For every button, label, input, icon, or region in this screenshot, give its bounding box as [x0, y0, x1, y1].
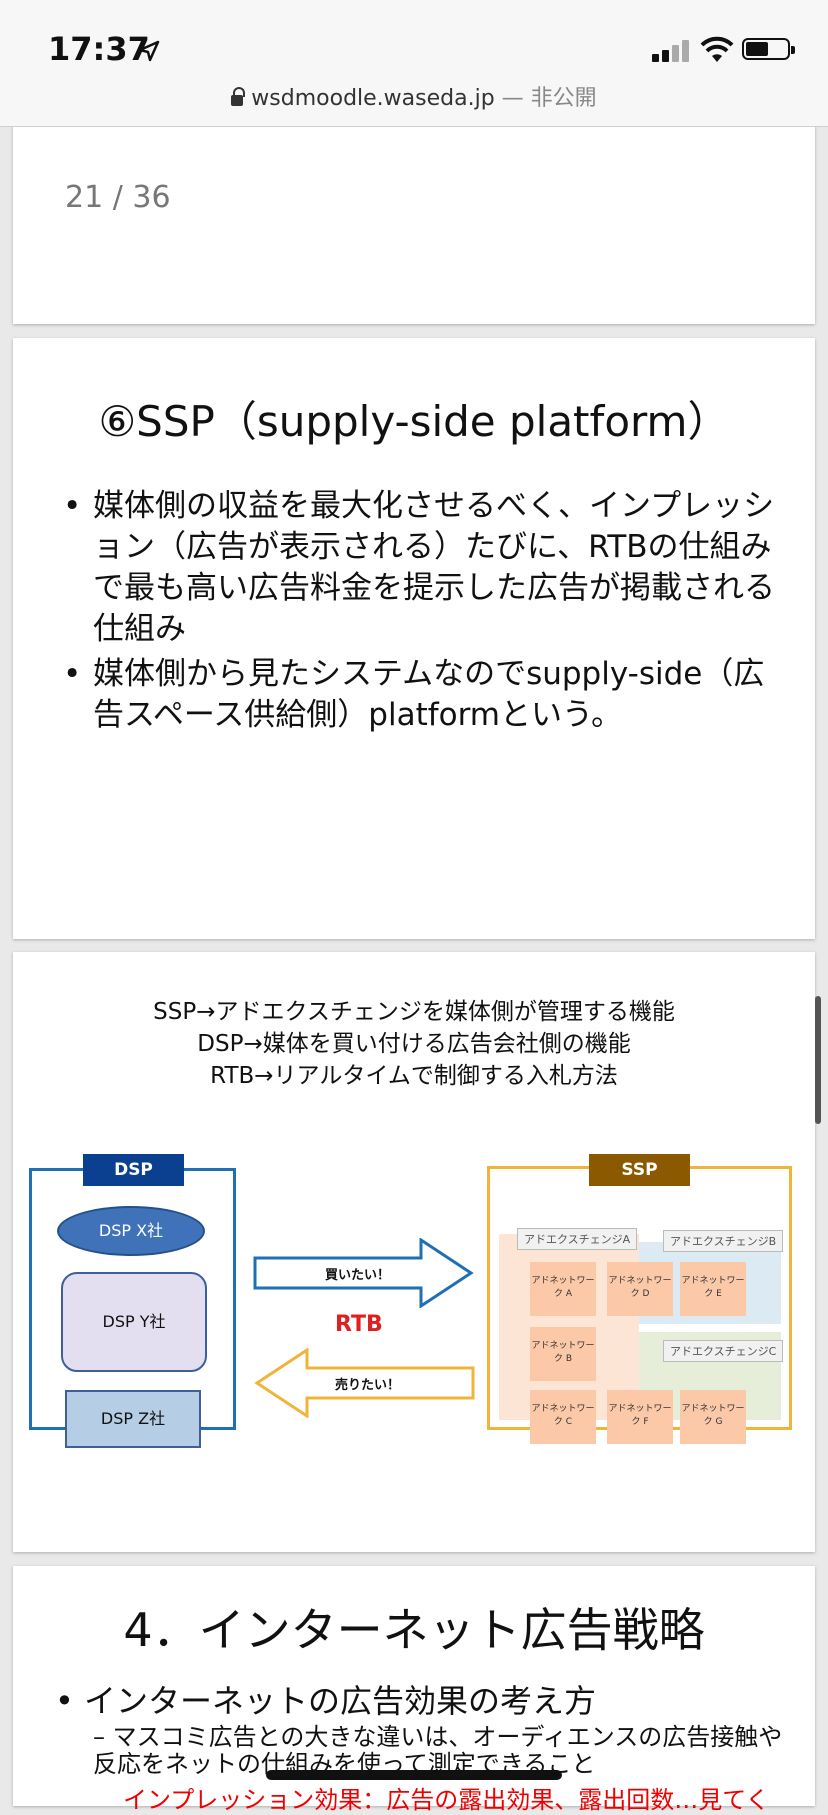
buy-label: 買いたい！	[325, 1268, 391, 1283]
slide-title: ⑥SSP（supply-side platform）	[98, 397, 730, 446]
slide-page-21: 21 / 36	[13, 110, 815, 324]
ad-exchange-tag: アドエクスチェンジC	[663, 1340, 784, 1362]
ad-network-box: アドネットワーク G	[680, 1390, 746, 1444]
ad-exchange-tag: アドエクスチェンジB	[663, 1230, 784, 1252]
dsp-company-label: DSP Z社	[100, 1409, 166, 1428]
sell-label: 売りたい！	[335, 1378, 401, 1393]
dsp-company-label: DSP X社	[98, 1221, 164, 1240]
lock-icon	[231, 87, 246, 106]
ad-network-box: アドネットワーク C	[530, 1390, 596, 1444]
bullet-list: 媒体側の収益を最大化させるべく、インプレッション（広告が表示される）たびに、RT…	[63, 486, 793, 740]
dsp-company-y: DSP Y社	[61, 1272, 207, 1372]
ad-network-box: アドネットワーク B	[530, 1327, 596, 1381]
caption-line: SSP→アドエクスチェンジを媒体側が管理する機能	[153, 999, 675, 1025]
slide-ssp-definition: ⑥SSP（supply-side platform） 媒体側の収益を最大化させる…	[13, 338, 815, 939]
caption-line: DSP→媒体を買い付ける広告会社側の機能	[197, 1031, 631, 1057]
bullet-item: 媒体側の収益を最大化させるべく、インプレッション（広告が表示される）たびに、RT…	[63, 486, 793, 650]
cellular-signal-icon	[652, 40, 692, 62]
ad-network-box: アドネットワーク A	[530, 1262, 596, 1316]
scrollbar-thumb[interactable]	[815, 996, 821, 1124]
dsp-company-x: DSP X社	[57, 1206, 205, 1256]
clock-time: 17:37	[48, 30, 150, 68]
dsp-header: DSP	[83, 1154, 184, 1186]
caption-block: SSP→アドエクスチェンジを媒体側が管理する機能 DSP→媒体を買い付ける広告会…	[13, 996, 815, 1092]
home-indicator[interactable]	[266, 1770, 562, 1780]
slide-dsp-ssp-diagram: SSP→アドエクスチェンジを媒体側が管理する機能 DSP→媒体を買い付ける広告会…	[13, 952, 815, 1552]
page-number: 21 / 36	[65, 180, 171, 215]
url-text: wsdmoodle.waseda.jp	[251, 86, 495, 111]
battery-icon	[742, 38, 795, 60]
bullet-item: 媒体側から見たシステムなのでsupply-side（広告スペース供給側）plat…	[63, 654, 793, 736]
ad-network-box: アドネットワーク D	[607, 1262, 673, 1316]
dsp-company-z: DSP Z社	[65, 1390, 201, 1448]
dsp-company-label: DSP Y社	[102, 1312, 166, 1331]
highlight-text: インプレッション効果：広告の露出効果、露出回数…見てく	[123, 1786, 770, 1814]
ssp-header: SSP	[589, 1154, 690, 1186]
ad-network-box: アドネットワーク F	[607, 1390, 673, 1444]
url-bar[interactable]: wsdmoodle.waseda.jp — 非公開	[0, 80, 828, 112]
ad-network-box: アドネットワーク E	[680, 1262, 746, 1316]
slide-title: 4．インターネット広告戦略	[123, 1603, 705, 1657]
location-arrow-icon	[138, 40, 160, 62]
browser-status-bar: 17:37 wsdmoodle.waseda.jp — 非公開	[0, 0, 828, 127]
wifi-icon	[700, 36, 734, 62]
rtb-label: RTB	[335, 1312, 383, 1337]
privacy-label: 非公開	[530, 86, 597, 111]
caption-line: RTB→リアルタイムで制御する入札方法	[210, 1063, 618, 1089]
url-separator: —	[494, 86, 531, 111]
bullet-item: • インターネットの広告効果の考え方	[55, 1682, 597, 1720]
ad-exchange-tag: アドエクスチェンジA	[517, 1228, 638, 1250]
